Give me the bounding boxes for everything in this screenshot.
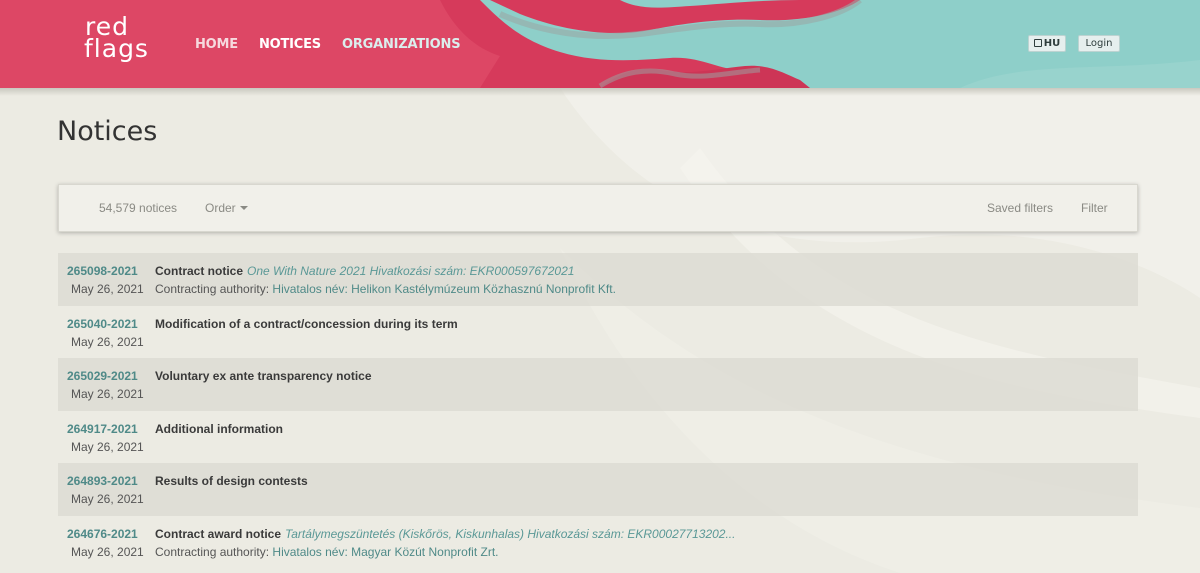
- filter-button[interactable]: Filter: [1081, 201, 1108, 215]
- notice-row: 264676-2021 May 26, 2021 Contract award …: [58, 516, 1138, 569]
- authority-label: Contracting authority:: [155, 544, 270, 559]
- authority-link[interactable]: Hivatalos név: Magyar Közút Nonprofit Zr…: [272, 545, 498, 559]
- login-button[interactable]: Login: [1078, 35, 1120, 52]
- notice-subject[interactable]: Tartálymegszüntetés (Kiskőrös, Kiskunhal…: [285, 527, 735, 541]
- notice-id-link[interactable]: 264917-2021: [67, 422, 138, 436]
- notice-row: 265040-2021 May 26, 2021 Modification of…: [58, 306, 1138, 359]
- order-dropdown[interactable]: Order: [205, 201, 248, 215]
- notice-id-link[interactable]: 265040-2021: [67, 317, 138, 331]
- header-shadow: [0, 88, 1200, 96]
- order-label: Order: [205, 201, 236, 215]
- notice-type: Additional information: [155, 421, 283, 436]
- notice-row: 264917-2021 May 26, 2021 Additional info…: [58, 411, 1138, 464]
- red-flags-logo[interactable]: red flags: [84, 14, 154, 72]
- notice-type: Voluntary ex ante transparency notice: [155, 369, 372, 384]
- language-icon: [1033, 39, 1042, 47]
- notice-authority: Contracting authority: Hivatalos név: Ma…: [155, 545, 499, 559]
- notice-type: Modification of a contract/concession du…: [155, 316, 458, 331]
- notice-date: May 26, 2021: [71, 544, 144, 559]
- site-header: red flags HOME NOTICES ORGANIZATIONS HU …: [0, 0, 1200, 88]
- notice-row: 265029-2021 May 26, 2021 Voluntary ex an…: [58, 358, 1138, 411]
- nav-home[interactable]: HOME: [195, 37, 238, 52]
- notices-list: 265098-2021 May 26, 2021 Contract notice…: [58, 253, 1138, 569]
- notice-row: 264893-2021 May 26, 2021 Results of desi…: [58, 463, 1138, 516]
- language-label: HU: [1043, 38, 1061, 49]
- logo-line-2: flags: [84, 34, 149, 63]
- authority-link[interactable]: Hivatalos név: Helikon Kastélymúzeum Köz…: [272, 282, 616, 296]
- notice-type: Contract notice One With Nature 2021 Hiva…: [155, 264, 574, 278]
- notice-subject[interactable]: One With Nature 2021 Hivatkozási szám: E…: [247, 264, 574, 278]
- notice-type: Contract award notice Tartálymegszüntetés…: [155, 527, 735, 541]
- saved-filters-button[interactable]: Saved filters: [987, 201, 1053, 215]
- notice-type: Results of design contests: [155, 474, 308, 489]
- notice-row: 265098-2021 May 26, 2021 Contract notice…: [58, 253, 1138, 306]
- notice-date: May 26, 2021: [71, 282, 144, 296]
- notices-count: 54,579 notices: [99, 201, 178, 215]
- authority-label: Contracting authority:: [155, 282, 270, 296]
- notice-date: May 26, 2021: [71, 387, 144, 402]
- notices-toolbar: 54,579 notices Order Saved filters Filte…: [58, 184, 1138, 232]
- notice-id-link[interactable]: 265098-2021: [67, 264, 138, 278]
- nav-notices[interactable]: NOTICES: [259, 37, 321, 52]
- notice-id-link[interactable]: 264893-2021: [67, 474, 138, 488]
- notice-id-link[interactable]: 265029-2021: [67, 369, 138, 383]
- notice-date: May 26, 2021: [71, 492, 144, 507]
- page-title: Notices: [57, 116, 158, 147]
- notice-authority: Contracting authority: Hivatalos név: He…: [155, 282, 616, 296]
- language-button[interactable]: HU: [1028, 35, 1066, 52]
- notice-type-label: Contract award notice: [155, 526, 282, 541]
- main-nav: HOME NOTICES ORGANIZATIONS: [195, 37, 461, 52]
- nav-organizations[interactable]: ORGANIZATIONS: [342, 37, 461, 52]
- header-art: [0, 0, 1200, 88]
- notice-id-link[interactable]: 264676-2021: [67, 527, 138, 541]
- caret-down-icon: [239, 206, 248, 210]
- notice-date: May 26, 2021: [71, 439, 144, 454]
- notice-date: May 26, 2021: [71, 334, 144, 349]
- notice-type-label: Contract notice: [155, 264, 244, 278]
